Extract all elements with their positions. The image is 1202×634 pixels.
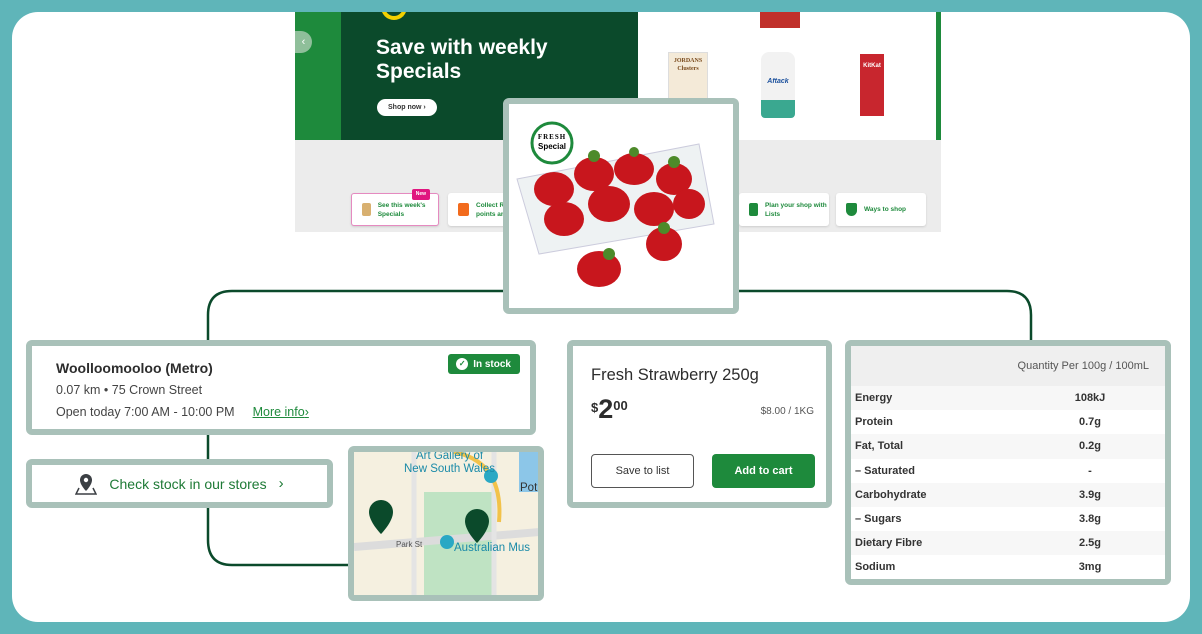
map-label-gallery: Art Gallery of New South Wales [404,450,495,476]
more-info-label: More info [252,405,305,419]
nutrition-row: Sodium 3mg [851,555,1165,579]
nutrition-row: Protein 0.7g [851,410,1165,434]
nutrition-row: Dietary Fibre 2.5g [851,531,1165,556]
trolley-icon [846,203,857,216]
more-info-link[interactable]: More info› [253,405,309,419]
add-to-cart-button[interactable]: Add to cart [712,454,815,488]
product-clusters-label: JORDANS Clusters [673,58,703,72]
nutrient-value: 2.5g [1078,537,1101,550]
nutrient-name: Dietary Fibre [855,537,923,550]
badge-text: FRESH Special [532,133,572,151]
product-detergent-image: Aftack [761,52,795,118]
product-title: Fresh Strawberry 250g [591,366,759,384]
specials-icon [362,203,371,216]
badge-line1: FRESH [537,133,567,141]
nutrition-row: Carbohydrate 3.9g [851,482,1165,507]
nutrient-value: 3mg [1078,561,1102,574]
product-image [760,12,800,28]
stock-status-label: In stock [473,358,511,370]
shop-now-button[interactable]: Shop now › [377,99,437,116]
map-label-park-st: Park St [396,540,423,549]
list-icon [749,203,758,216]
store-address: 0.07 km • 75 Crown Street [56,383,203,397]
product-image-card: FRESH Special [503,98,739,314]
nutrient-name: Fat, Total [855,440,904,453]
nutrition-row: – Sugars 3.8g [851,507,1165,531]
nutrient-value: 3.8g [1078,513,1101,526]
new-badge: New [411,189,430,200]
price-dollars: 2 [598,394,614,424]
store-pin-icon [369,500,393,534]
nutrient-name: Protein [855,416,893,429]
store-map[interactable]: Art Gallery of New South Wales Park St Au… [348,446,544,601]
nutrition-row: Fat, Total 0.2g [851,434,1165,459]
logo-icon [381,12,407,20]
tile-specials[interactable]: See this week's Specials New [351,189,439,226]
banner-title: Save with weekly Specials [376,36,548,83]
check-icon: ✓ [456,358,469,370]
rewards-icon [458,203,469,216]
map-label: New South Wales [404,463,495,475]
nutrient-name: Energy [855,392,893,405]
nutrition-row: Energy 108kJ [851,386,1165,411]
nutrient-name: Sodium [855,561,896,574]
price-currency: $ [591,400,599,415]
location-pin-icon [75,473,98,495]
nutrient-name: – Sugars [855,513,902,526]
save-to-list-button[interactable]: Save to list [591,454,694,488]
nutrient-value: 0.7g [1078,416,1101,429]
check-stock-label: Check stock in our stores [109,475,267,492]
chevron-right-icon: › [278,475,284,492]
nutrition-header: Quantity Per 100g / 100mL [851,346,1165,386]
stock-status-badge: ✓ In stock [448,354,520,374]
product-price: $2 00 [591,394,628,425]
product-clusters-image: JORDANS Clusters [668,52,708,102]
unit-price: $8.00 / 1KG [760,406,814,417]
map-label-pot: Pot [520,482,538,494]
product-kitkat-image: KitKat [860,54,884,116]
price-cents: 00 [613,398,628,413]
tile-lists[interactable]: Plan your shop with Lists [739,193,829,226]
nutrient-value: - [1088,464,1092,477]
store-card: Woolloomooloo (Metro) 0.07 km • 75 Crown… [26,340,536,435]
map-label-museum: Australian Mus [454,542,531,554]
check-stock-button[interactable]: Check stock in our stores › [26,459,333,508]
product-detergent-label: Aftack [767,78,789,85]
nutrient-value: 0.2g [1078,440,1101,453]
nutrition-row: – Saturated - [851,459,1165,483]
badge-line2: Special [537,142,566,151]
product-kitkat-label: KitKat [863,63,881,69]
store-hours: Open today 7:00 AM - 10:00 PM [56,405,235,419]
nutrient-name: Carbohydrate [855,488,927,501]
product-card: Fresh Strawberry 250g $2 00 $8.00 / 1KG S… [567,340,832,508]
store-name: Woolloomooloo (Metro) [56,360,213,376]
nutrition-table: Quantity Per 100g / 100mL Energy 108kJ Pro… [845,340,1171,585]
map-label: Art Gallery of [415,450,484,462]
nutrient-value: 3.9g [1078,488,1101,501]
nutrient-name: – Saturated [855,464,915,477]
tile-ways-to-shop[interactable]: Ways to shop [836,193,926,226]
nutrient-value: 108kJ [1074,392,1106,405]
